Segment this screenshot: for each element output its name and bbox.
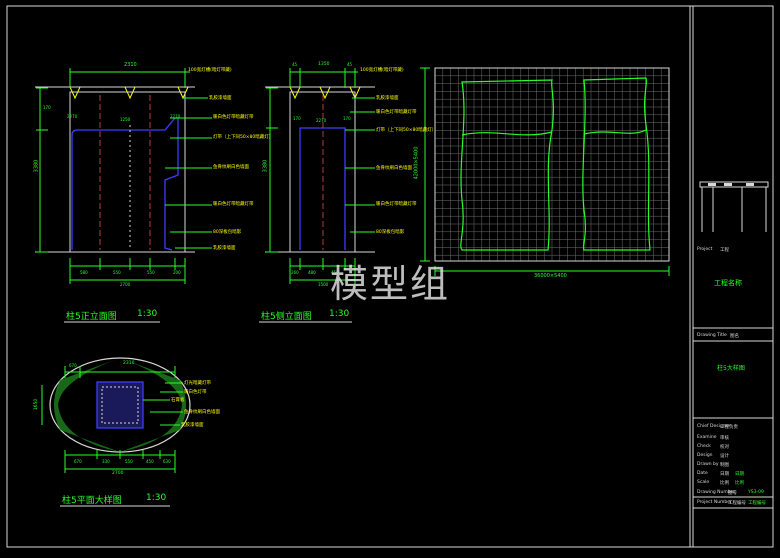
- side-dim-mid-3: 170: [343, 116, 351, 121]
- front-callout-2: 乳胶漆墙面: [209, 96, 232, 101]
- side-callout-4: 灯带（上下同50×80暗藏灯）: [376, 128, 437, 133]
- front-callout-3: 暖白色灯带暗藏灯带: [213, 115, 254, 120]
- side-dim-top-2: 1350: [318, 62, 330, 67]
- side-dim-top-1: 45: [292, 62, 298, 67]
- front-dim-bottom-3: 550: [147, 270, 155, 275]
- front-dim-bottom-2: 550: [113, 270, 121, 275]
- tb-row-value: 日期: [720, 472, 729, 477]
- tb-row-value: 校对: [720, 445, 729, 450]
- tb-project-name: 工程名称: [714, 279, 742, 287]
- front-callout-6: 暖白色灯带暗藏灯带: [213, 202, 254, 207]
- plan-dim-top-2: 2310: [123, 361, 135, 366]
- plan-callout-2: 暖白色灯带: [184, 390, 207, 395]
- tb-row-label: Scale: [697, 480, 710, 485]
- front-dim-mid-2: 1250: [120, 117, 131, 122]
- tb-row-extra: 比例: [735, 481, 744, 486]
- tb-row-extra: 日期: [735, 472, 744, 477]
- side-dim-mid-1: 170: [293, 116, 301, 121]
- plan-dim-top-1: 670: [69, 363, 77, 368]
- plan-dim-bottom-4: 450: [146, 459, 154, 464]
- front-dim-mid-1: 2270: [67, 114, 78, 119]
- plan-dim-left: 1650: [34, 398, 40, 411]
- side-dim-left-main: 3380: [262, 159, 269, 173]
- plan-callout-3: 石膏板: [171, 398, 185, 403]
- front-elevation: [35, 68, 212, 284]
- front-dim-top: 2310: [124, 62, 137, 68]
- tb-row-value: 图号: [728, 491, 737, 496]
- side-elevation-scale: 1:30: [329, 309, 350, 319]
- side-dim-top-3: 45: [347, 62, 353, 67]
- side-dim-bottom-total: 1500: [318, 282, 329, 287]
- title-block: [693, 181, 773, 509]
- tb-drawing-title-value: 图名: [730, 334, 739, 339]
- front-callout-1: 100宽灯槽(暗灯带藏): [188, 68, 232, 73]
- front-callout-7: 80深板包暗影: [213, 230, 242, 235]
- front-dim-left-top: 170: [43, 105, 51, 110]
- side-callout-2: 乳胶漆墙面: [376, 96, 399, 101]
- plan-detail: [41, 357, 191, 473]
- tb-row-label: Project Number: [697, 500, 732, 505]
- side-dim-bottom-2: 480: [308, 270, 316, 275]
- tb-row-value: 比例: [720, 481, 729, 486]
- side-dim-mid-2: 2270: [316, 118, 327, 123]
- tb-row-value: 工程负责: [720, 425, 738, 430]
- plan-dim-bottom-5: 630: [163, 459, 171, 464]
- front-callout-4: 灯带（上下同50×80暗藏灯）: [213, 135, 274, 140]
- front-dim-mid-3: 2270: [170, 114, 181, 119]
- side-elevation: [265, 68, 375, 284]
- plan-dim-bottom-3: 550: [125, 459, 133, 464]
- grid-dim-left: 42000×5400: [413, 146, 420, 180]
- front-callout-8: 乳胶漆墙面: [213, 246, 236, 251]
- plan-dim-bottom-1: 670: [74, 459, 82, 464]
- tb-row-value: 工程编号: [728, 501, 746, 506]
- tb-row-extra: YS3-09: [748, 490, 764, 495]
- tb-row-label: Date: [697, 471, 708, 476]
- watermark: 模型组: [330, 262, 451, 306]
- plan-dim-bottom-total: 2700: [112, 471, 124, 476]
- side-callout-1: 100宽灯槽(暗灯带藏): [360, 68, 404, 73]
- tb-row-extra: 工程编号: [748, 501, 766, 506]
- front-callout-5: 鱼骨纹刷白色墙面: [213, 165, 249, 170]
- front-elevation-scale: 1:30: [137, 309, 158, 319]
- tb-row-value: 制图: [720, 463, 729, 468]
- side-dim-bottom-1: 260: [291, 270, 299, 275]
- plan-dim-bottom-2: 330: [102, 459, 110, 464]
- front-dim-bottom-total: 2700: [120, 282, 131, 287]
- front-dim-bottom-4: 200: [173, 270, 181, 275]
- front-column-outline: [69, 91, 186, 253]
- grid-dim-bottom: 36000×5400: [534, 273, 567, 279]
- tb-row-value: 审核: [720, 436, 729, 441]
- tb-row-label: Check: [697, 444, 711, 449]
- tb-drawing-title: 柱5大样图: [717, 365, 745, 372]
- side-callout-3: 暖白色灯带暗藏灯带: [376, 110, 417, 115]
- tb-drawing-title-label: Drawing Title: [697, 333, 727, 338]
- plan-detail-title: 柱5平面大样图: [62, 496, 122, 506]
- tb-row-label: Examine: [697, 435, 717, 440]
- tb-project-label: Project: [697, 247, 713, 252]
- front-dim-bottom-1: 580: [80, 270, 88, 275]
- tb-row-label: Design: [697, 453, 713, 458]
- front-elevation-title: 柱5正立面图: [66, 312, 117, 322]
- side-elevation-title: 柱5侧立面图: [261, 312, 312, 322]
- plan-detail-scale: 1:30: [146, 493, 167, 503]
- plan-callout-1: 灯光暗藏灯带: [184, 381, 211, 386]
- side-callout-5: 鱼骨纹刷白色墙面: [376, 166, 412, 171]
- tb-row-label: Drawn by: [697, 462, 719, 467]
- side-callout-7: 80深板包暗影: [376, 230, 405, 235]
- tb-row-value: 设计: [720, 454, 729, 459]
- side-callout-6: 暖白色灯带暗藏灯带: [376, 202, 417, 207]
- plan-callout-5: 乳胶漆墙面: [181, 423, 204, 428]
- drawing-sheet: 2310 3380 170 2270 1250 2270 580 550 550…: [0, 0, 780, 554]
- plan-callout-4: 鱼骨纹刷白色墙面: [184, 410, 220, 415]
- tb-project-value: 工程: [720, 248, 729, 253]
- plan-column-core: [96, 381, 144, 429]
- front-dim-left-main: 3380: [33, 159, 40, 173]
- grid-panel: [420, 67, 670, 276]
